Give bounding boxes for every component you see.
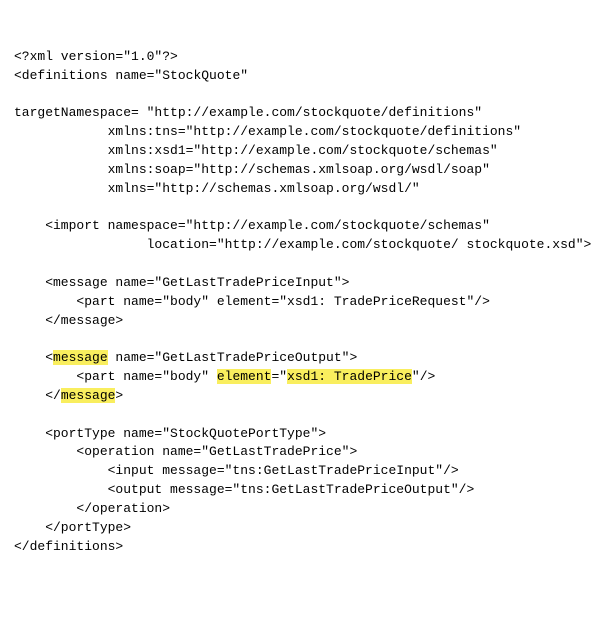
code-line: <part name="body" element="xsd1: TradePr…: [14, 369, 435, 384]
code-block: <?xml version="1.0"?> <definitions name=…: [14, 48, 586, 557]
code-line: <message name="GetLastTradePriceInput">: [14, 275, 349, 290]
code-line: <operation name="GetLastTradePrice">: [14, 444, 357, 459]
highlight-message-open: message: [53, 350, 108, 365]
code-line: <?xml version="1.0"?>: [14, 49, 178, 64]
code-line: <definitions name="StockQuote": [14, 68, 248, 83]
highlight-element-word: element: [217, 369, 272, 384]
code-line: <part name="body" element="xsd1: TradePr…: [14, 294, 490, 309]
highlight-message-close: message: [61, 388, 116, 403]
text: StockQuote: [162, 68, 240, 83]
text: <definitions name=": [14, 68, 162, 83]
code-line: </message>: [14, 313, 123, 328]
text: ": [240, 68, 248, 83]
code-line: location="http://example.com/stockquote/…: [14, 237, 591, 252]
text: </: [14, 388, 61, 403]
text: >: [115, 388, 123, 403]
text: =": [271, 369, 287, 384]
code-line: xmlns:soap="http://schemas.xmlsoap.org/w…: [14, 162, 490, 177]
highlight-tradeprice: xsd1: TradePrice: [287, 369, 412, 384]
text: name="GetLastTradePriceOutput">: [108, 350, 358, 365]
code-line: </portType>: [14, 520, 131, 535]
code-line: xmlns:tns="http://example.com/stockquote…: [14, 124, 521, 139]
code-line: <portType name="StockQuotePortType">: [14, 426, 326, 441]
code-line: xmlns:xsd1="http://example.com/stockquot…: [14, 143, 498, 158]
code-line: <input message="tns:GetLastTradePriceInp…: [14, 463, 459, 478]
code-line: </operation>: [14, 501, 170, 516]
code-line: <output message="tns:GetLastTradePriceOu…: [14, 482, 474, 497]
code-line: <message name="GetLastTradePriceOutput">: [14, 350, 357, 365]
code-line: targetNamespace= "http://example.com/sto…: [14, 105, 482, 120]
code-line: </definitions>: [14, 539, 123, 554]
text: <part name="body": [14, 369, 217, 384]
code-line: <import namespace="http://example.com/st…: [14, 218, 490, 233]
code-line: </message>: [14, 388, 123, 403]
text: "/>: [412, 369, 435, 384]
text: <: [14, 350, 53, 365]
code-line: xmlns="http://schemas.xmlsoap.org/wsdl/": [14, 181, 420, 196]
